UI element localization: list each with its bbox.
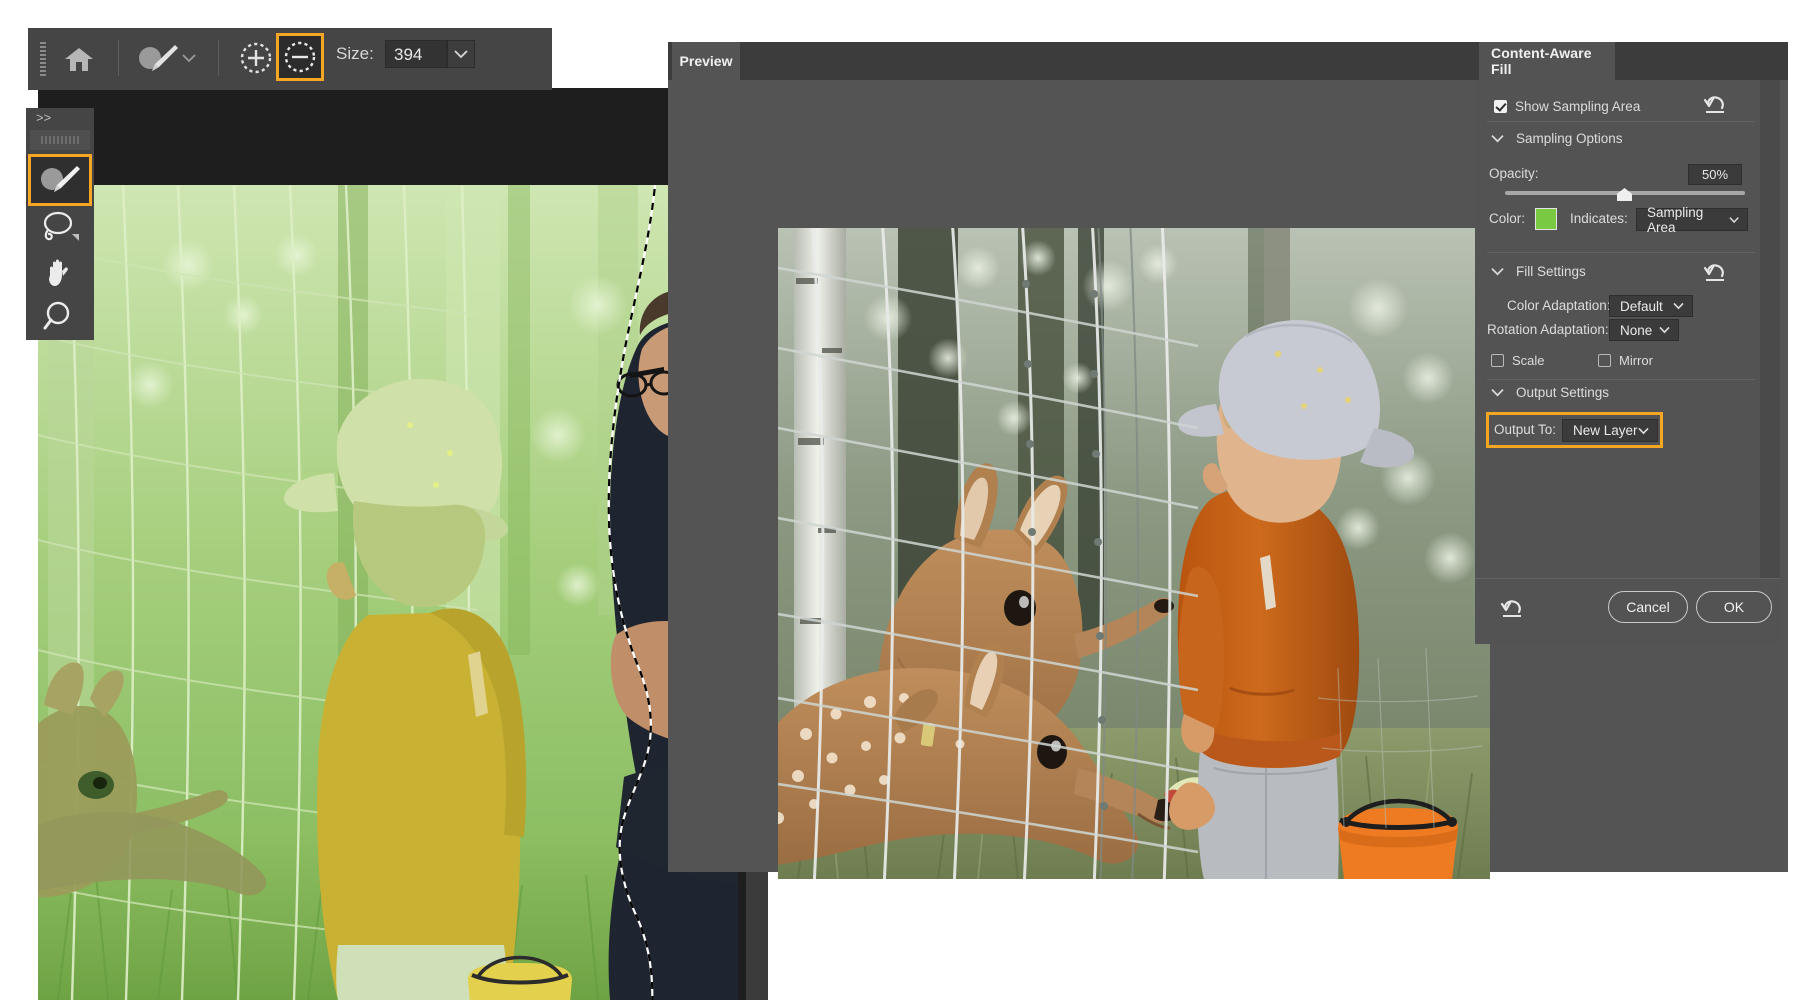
mirror-label: Mirror	[1619, 353, 1653, 368]
home-button[interactable]	[58, 40, 100, 78]
color-adaptation-dropdown[interactable]: Default	[1609, 295, 1693, 317]
options-separator	[218, 40, 219, 76]
reset-arrow-icon	[1500, 598, 1524, 620]
chevron-down-icon	[1659, 326, 1670, 334]
chevron-down-icon	[1673, 302, 1684, 310]
reset-arrow-icon	[1703, 262, 1727, 284]
rotation-adaptation-dropdown[interactable]: None	[1609, 319, 1679, 341]
document-canvas[interactable]	[38, 185, 738, 1000]
color-adaptation-value: Default	[1620, 299, 1663, 314]
subtract-from-sampling-area-icon	[283, 40, 317, 74]
output-settings-title: Output Settings	[1516, 385, 1609, 400]
divider	[1487, 252, 1755, 253]
tool-strip-expand-chevron[interactable]: >>	[30, 110, 90, 128]
output-to-dropdown[interactable]: New Layer	[1562, 419, 1658, 442]
canvas-image-with-sampling-overlay	[38, 185, 738, 1000]
chevron-down-icon	[1491, 267, 1504, 276]
opacity-slider-knob[interactable]	[1617, 188, 1632, 201]
reset-sampling-area-button[interactable]	[1703, 94, 1727, 121]
chevron-down-icon	[1491, 134, 1504, 143]
chevron-down-icon	[1729, 216, 1739, 224]
caf-tab-label: Content-Aware Fill	[1491, 45, 1615, 77]
lasso-icon	[40, 210, 80, 246]
zoom-tool[interactable]	[34, 294, 86, 338]
hand-tool[interactable]	[34, 250, 86, 294]
tab-content-aware-fill[interactable]: Content-Aware Fill	[1479, 42, 1615, 80]
color-adaptation-label: Color Adaptation:	[1507, 298, 1611, 313]
mirror-row[interactable]: Mirror	[1598, 353, 1653, 368]
reset-all-button[interactable]	[1500, 598, 1524, 625]
options-separator	[118, 40, 119, 76]
chevron-down-icon	[1491, 388, 1504, 397]
divider	[1487, 379, 1755, 380]
preview-image	[778, 228, 1490, 879]
add-to-sampling-area-button[interactable]	[238, 40, 274, 76]
output-to-value: New Layer	[1573, 423, 1638, 438]
indicates-dropdown[interactable]: Sampling Area	[1636, 208, 1748, 231]
tool-strip-drag-handle[interactable]	[30, 130, 90, 150]
reset-fill-settings-button[interactable]	[1703, 262, 1727, 289]
sampling-brush-icon	[39, 163, 81, 197]
section-output-settings[interactable]: Output Settings	[1491, 385, 1609, 400]
grip-dots-icon	[41, 136, 79, 144]
reset-arrow-icon	[1703, 94, 1727, 116]
overlay-color-swatch[interactable]	[1535, 208, 1557, 230]
fill-settings-title: Fill Settings	[1516, 264, 1586, 279]
show-sampling-area-checkbox[interactable]	[1494, 100, 1507, 113]
chevron-down-icon	[454, 49, 468, 59]
brush-size-label: Size:	[336, 44, 374, 64]
indicates-label: Indicates:	[1570, 211, 1628, 226]
sampling-brush-tool-button[interactable]	[135, 40, 181, 78]
sampling-brush-icon	[137, 42, 179, 76]
cancel-button[interactable]: Cancel	[1608, 591, 1688, 623]
show-sampling-area-label: Show Sampling Area	[1515, 99, 1640, 114]
tab-preview[interactable]: Preview	[672, 42, 740, 80]
opacity-slider[interactable]	[1505, 188, 1745, 206]
options-bar-drag-handle[interactable]	[40, 42, 46, 76]
caf-scroll-gutter[interactable]	[1760, 80, 1780, 578]
mirror-checkbox[interactable]	[1598, 354, 1611, 367]
brush-preset-chevron[interactable]	[180, 48, 198, 68]
rotation-adaptation-value: None	[1620, 323, 1652, 338]
hand-icon	[43, 255, 77, 289]
brush-size-dropdown-button[interactable]	[447, 40, 475, 68]
opacity-label: Opacity:	[1489, 166, 1539, 181]
sampling-brush-tool[interactable]	[28, 154, 92, 206]
section-fill-settings[interactable]: Fill Settings	[1491, 264, 1586, 279]
scale-row[interactable]: Scale	[1491, 353, 1545, 368]
indicates-value: Sampling Area	[1647, 205, 1729, 235]
footer-divider	[1475, 578, 1780, 579]
scale-checkbox[interactable]	[1491, 354, 1504, 367]
scale-label: Scale	[1512, 353, 1545, 368]
lasso-tool[interactable]	[34, 206, 86, 250]
color-label: Color:	[1489, 211, 1525, 226]
show-sampling-area-row[interactable]: Show Sampling Area	[1494, 99, 1640, 114]
output-to-label: Output To:	[1494, 422, 1556, 437]
subtract-from-sampling-area-button[interactable]	[276, 33, 324, 81]
tab-preview-label: Preview	[680, 53, 733, 69]
ok-button[interactable]: OK	[1696, 591, 1772, 623]
sampling-options-title: Sampling Options	[1516, 131, 1623, 146]
brush-size-input[interactable]: 394	[385, 40, 447, 68]
add-to-sampling-area-icon	[239, 41, 273, 75]
chevron-down-icon	[182, 53, 196, 63]
divider	[1487, 121, 1755, 122]
magnifier-icon	[43, 299, 77, 333]
chevron-down-icon	[1638, 427, 1649, 435]
section-sampling-options[interactable]: Sampling Options	[1491, 131, 1623, 146]
home-icon	[64, 46, 94, 72]
opacity-value-input[interactable]: 50%	[1688, 164, 1742, 185]
rotation-adaptation-label: Rotation Adaptation:	[1487, 322, 1609, 337]
